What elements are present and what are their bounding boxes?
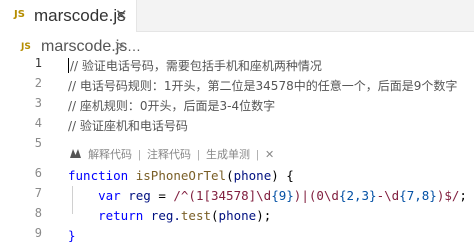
tab-label: marscode.js <box>34 6 126 25</box>
line-number: 2 <box>34 76 42 90</box>
parameter: phone <box>218 208 257 223</box>
method-name: test <box>180 208 212 223</box>
line-number: 8 <box>34 206 42 220</box>
generate-unit-test-action[interactable]: 生成单测 <box>206 149 250 161</box>
code-line: function isPhoneOrTel(phone) { <box>68 166 294 186</box>
codelens-bar: 解释代码 | 注释代码 | 生成单测 | ✕ <box>70 146 274 162</box>
function-name: isPhoneOrTel <box>135 168 227 183</box>
operator: = <box>150 188 174 203</box>
regex-literal: )|(0\d <box>293 188 339 203</box>
code-comment: // 验证座机和电话号码 <box>68 119 188 133</box>
regex-quantifier: {9} <box>271 188 294 203</box>
variable: reg <box>128 188 151 203</box>
regex-quantifier: {7,8} <box>399 188 437 203</box>
line-number: 1 <box>34 56 42 70</box>
comment-code-action[interactable]: 注释代码 <box>147 149 191 161</box>
code-comment: // 电话号码规则：1开头，第二位是34578中的任意一个，后面是9个数字 <box>68 79 458 93</box>
closing-brace: } <box>68 228 76 243</box>
explain-code-action[interactable]: 解释代码 <box>88 149 132 161</box>
code-line: // 电话号码规则：1开头，第二位是34578中的任意一个，后面是9个数字 <box>68 76 457 96</box>
punctuation: ( <box>226 168 234 183</box>
code-line: return reg.test(phone); <box>68 206 271 226</box>
indent-guide <box>72 186 73 214</box>
code-comment: // 座机规则：0开头，后面是3-4位数字 <box>68 99 276 113</box>
close-icon[interactable]: ✕ <box>265 149 274 161</box>
code-line: // 验证座机和电话号码 <box>68 116 188 136</box>
code-line: } <box>68 226 76 244</box>
line-number: 3 <box>34 96 42 110</box>
punctuation: ); <box>256 208 272 223</box>
variable: reg. <box>150 208 181 223</box>
keyword: var <box>98 188 121 203</box>
code-line: var reg = /^(1[34578]\d{9})|(0\d{2,3}-\d… <box>68 186 467 206</box>
keyword: return <box>98 208 144 223</box>
parameter: phone <box>233 168 272 183</box>
punctuation: ( <box>211 208 219 223</box>
javascript-file-icon: JS <box>21 42 31 52</box>
line-number: 6 <box>34 166 42 180</box>
divider: | <box>197 149 200 161</box>
line-number: 9 <box>34 226 42 240</box>
line-number: 4 <box>34 116 42 130</box>
javascript-file-icon: JS <box>14 9 25 20</box>
code-comment: // 验证电话号码，需要包括手机和座机两种情况 <box>70 59 322 73</box>
marscode-logo-icon <box>70 149 81 161</box>
code-line: // 验证电话号码，需要包括手机和座机两种情况 <box>68 56 322 76</box>
regex-literal: -\d <box>376 188 400 203</box>
punctuation: ) { <box>271 168 294 183</box>
breadcrumb-more[interactable]: … <box>127 38 141 54</box>
regex-quantifier: {2,3} <box>338 188 377 203</box>
regex-literal: /^(1[34578]\d <box>173 188 272 203</box>
punctuation: ; <box>459 188 467 203</box>
close-icon[interactable]: ✕ <box>115 6 128 24</box>
chevron-right-icon: > <box>115 38 125 55</box>
divider: | <box>256 149 259 161</box>
line-number: 5 <box>34 136 42 150</box>
editor-tab-bar: JS marscode.js ✕ <box>0 0 474 32</box>
code-line: // 座机规则：0开头，后面是3-4位数字 <box>68 96 275 116</box>
keyword: function <box>68 168 129 183</box>
divider: | <box>138 149 141 161</box>
tab-marscode-js[interactable]: JS marscode.js ✕ <box>0 0 137 32</box>
text-cursor <box>68 58 69 73</box>
line-number: 7 <box>34 186 42 200</box>
regex-literal: )$/ <box>436 188 460 203</box>
